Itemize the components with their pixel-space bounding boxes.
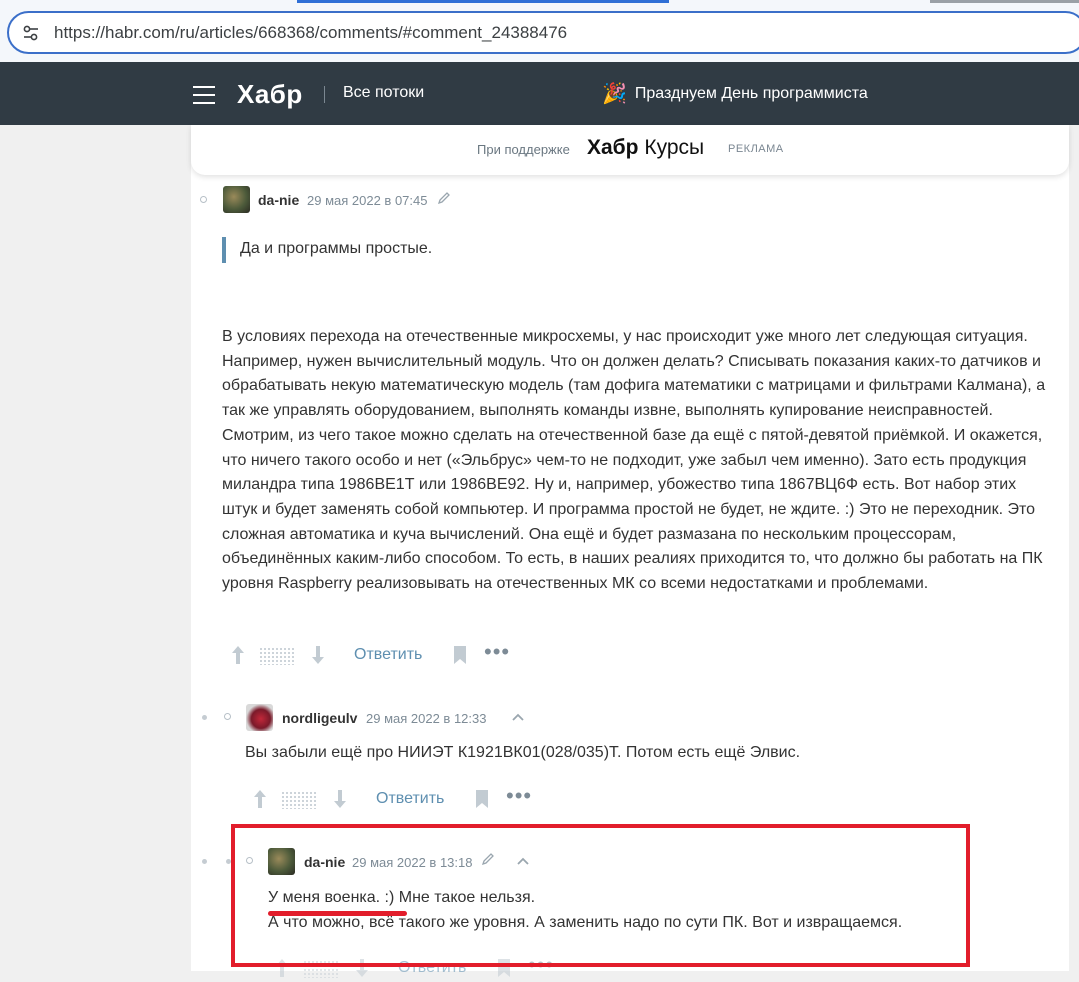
- site-header: Хабр Все потоки 🎉 Празднуем День программ…: [0, 62, 1079, 125]
- edited-icon: [437, 192, 450, 205]
- thread-level-dot: [200, 196, 207, 203]
- comment-text: В условиях перехода на отечественные мик…: [222, 328, 1046, 593]
- vote-down-icon[interactable]: [330, 787, 350, 811]
- reply-button[interactable]: Ответить: [354, 646, 422, 664]
- tab-indicator: [930, 0, 1079, 3]
- comment-actions: Ответить •••: [250, 785, 550, 813]
- comment-author[interactable]: da-nie: [258, 192, 299, 208]
- sponsor-label: При поддержке: [477, 142, 570, 157]
- site-settings-icon[interactable]: [21, 23, 41, 43]
- avatar[interactable]: [223, 186, 250, 213]
- vote-down-icon[interactable]: [308, 643, 328, 667]
- active-tab-indicator: [297, 0, 669, 3]
- comment-author[interactable]: nordligeulv: [282, 710, 357, 726]
- thread-level-dot: [202, 859, 207, 864]
- comment-time[interactable]: 29 мая 2022 в 07:45: [307, 193, 427, 208]
- avatar[interactable]: [246, 704, 273, 731]
- reply-button[interactable]: Ответить: [376, 790, 444, 808]
- holiday-banner-link[interactable]: 🎉 Празднуем День программиста: [602, 81, 868, 106]
- vote-up-icon[interactable]: [228, 643, 248, 667]
- browser-toolbar: https://habr.com/ru/articles/668368/comm…: [0, 0, 1079, 62]
- comment-text: Вы забыли ещё про НИИЭТ К1921ВК01(028/03…: [245, 744, 801, 761]
- highlight-box: [231, 824, 970, 967]
- comment-quote: Да и программы простые.: [222, 237, 432, 263]
- sponsor-brand-rest: Курсы: [644, 136, 705, 159]
- address-bar[interactable]: https://habr.com/ru/articles/668368/comm…: [7, 11, 1079, 54]
- header-divider: [324, 86, 325, 103]
- all-flows-link[interactable]: Все потоки: [343, 84, 424, 102]
- bookmark-icon[interactable]: [474, 789, 490, 809]
- bookmark-icon[interactable]: [452, 645, 468, 665]
- habr-logo[interactable]: Хабр: [237, 79, 303, 110]
- sponsor-brand-bold: Хабр: [587, 136, 639, 159]
- vote-up-icon[interactable]: [250, 787, 270, 811]
- vote-score: [259, 647, 295, 665]
- thread-level-dot: [202, 715, 207, 720]
- holiday-text: Празднуем День программиста: [634, 85, 868, 102]
- sponsor-banner[interactable]: При поддержке Хабр Курсы РЕКЛАМА: [191, 125, 1069, 175]
- comment-time[interactable]: 29 мая 2022 в 12:33: [366, 711, 486, 726]
- party-popper-icon: 🎉: [602, 83, 627, 105]
- more-options-icon[interactable]: •••: [506, 785, 532, 807]
- url-text[interactable]: https://habr.com/ru/articles/668368/comm…: [54, 23, 567, 43]
- menu-icon[interactable]: [193, 86, 215, 104]
- more-options-icon[interactable]: •••: [484, 641, 510, 663]
- sponsor-brand[interactable]: Хабр Курсы: [587, 136, 704, 160]
- ad-label: РЕКЛАМА: [728, 143, 784, 155]
- comment-actions: Ответить •••: [228, 641, 528, 669]
- highlight-underline: [268, 911, 407, 916]
- parent-comment-icon[interactable]: [510, 711, 526, 723]
- vote-score: [281, 791, 317, 809]
- thread-level-dot: [224, 713, 231, 720]
